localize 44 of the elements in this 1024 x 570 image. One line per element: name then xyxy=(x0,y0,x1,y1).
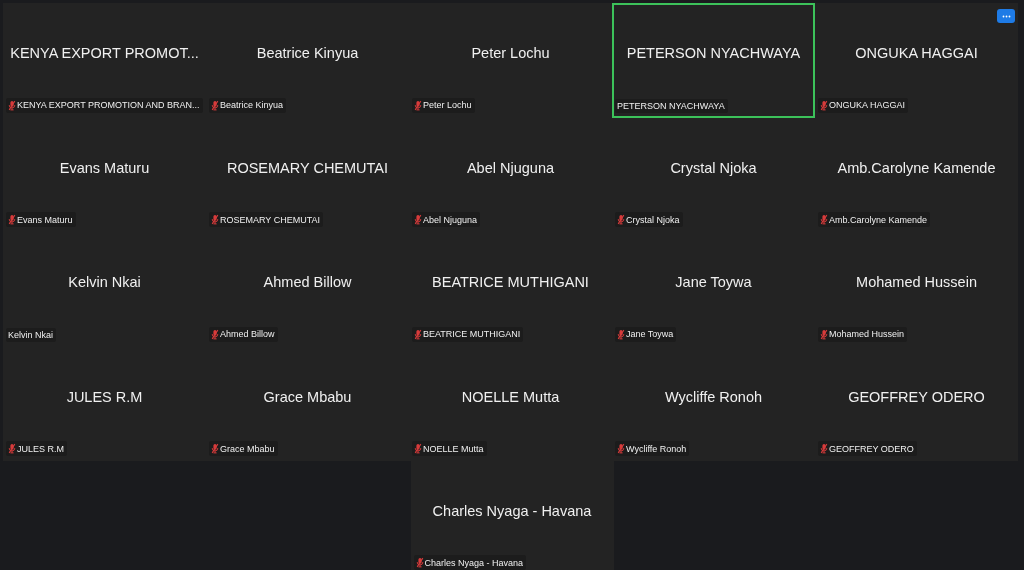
participant-name: ROSEMARY CHEMUTAI xyxy=(226,159,389,176)
name-label: Crystal Njoka xyxy=(626,214,680,225)
participant-name: Abel Njuguna xyxy=(466,159,555,176)
name-label: Amb.Carolyne Kamende xyxy=(829,214,928,225)
participant-name: BEATRICE MUTHIGANI xyxy=(432,274,589,291)
name-label: Wycliffe Ronoh xyxy=(626,443,687,454)
name-label: JULES R.M xyxy=(17,443,64,454)
participant-name: Grace Mbabu xyxy=(263,388,352,405)
name-label: PETERSON NYACHWAYA xyxy=(617,100,725,111)
participant-name: ONGUKA HAGGAI xyxy=(855,45,978,62)
participant-name: Peter Lochu xyxy=(471,45,550,62)
participant-name: JULES R.M xyxy=(66,388,143,405)
name-label: Grace Mbabu xyxy=(220,443,275,454)
name-label: GEOFFREY ODERO xyxy=(829,443,914,454)
name-label: BEATRICE MUTHIGANI xyxy=(423,329,521,339)
name-label: ROSEMARY CHEMUTAI xyxy=(220,214,320,225)
participant-name: GEOFFREY ODERO xyxy=(848,388,985,405)
name-label: Jane Toywa xyxy=(626,329,674,339)
participant-name: Beatrice Kinyua xyxy=(256,45,359,62)
participant-name: Crystal Njoka xyxy=(670,159,757,176)
participant-name: Kelvin Nkai xyxy=(68,274,141,291)
participant-name: Amb.Carolyne Kamende xyxy=(837,159,996,176)
participant-name: Evans Maturu xyxy=(59,159,150,176)
participant-name: PETERSON NYACHWAYA xyxy=(626,45,801,62)
more-options-button[interactable] xyxy=(997,9,1015,23)
name-label: ONGUKA HAGGAI xyxy=(829,100,906,110)
participant-name: NOELLE Mutta xyxy=(461,388,560,405)
name-label: Ahmed Billow xyxy=(220,329,275,339)
ellipsis-icon xyxy=(1001,14,1011,18)
name-label: NOELLE Mutta xyxy=(423,443,484,454)
participant-name: Ahmed Billow xyxy=(263,274,352,291)
name-label: Charles Nyaga - Havana xyxy=(424,557,524,568)
name-label: Peter Lochu xyxy=(423,100,472,110)
participant-name: Mohamed Hussein xyxy=(856,274,977,291)
participant-name: Jane Toywa xyxy=(675,274,752,291)
name-label: Evans Maturu xyxy=(17,214,73,225)
name-label: Abel Njuguna xyxy=(423,214,478,225)
participant-name: KENYA EXPORT PROMOT... xyxy=(10,45,199,62)
name-label: Beatrice Kinyua xyxy=(220,100,284,110)
name-label: Mohamed Hussein xyxy=(829,329,905,339)
name-label: Kelvin Nkai xyxy=(8,329,54,340)
participant-name: Charles Nyaga - Havana xyxy=(432,503,592,519)
participant-name: Wycliffe Ronoh xyxy=(664,388,763,405)
name-label: KENYA EXPORT PROMOTION AND BRAN... xyxy=(17,100,200,110)
